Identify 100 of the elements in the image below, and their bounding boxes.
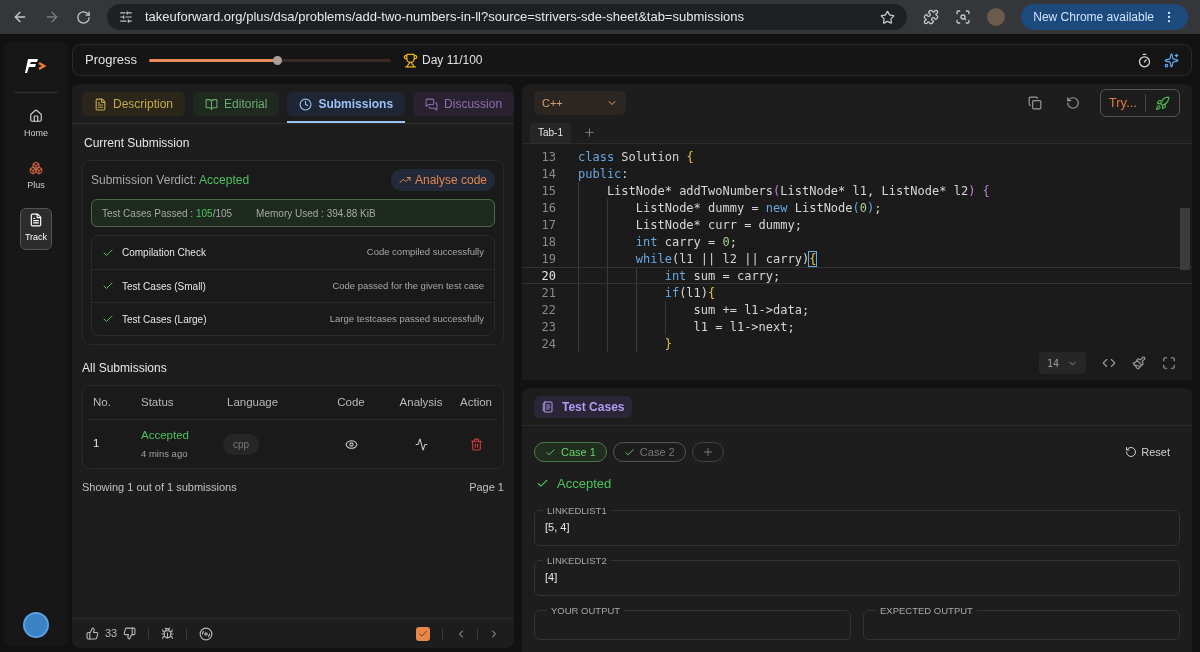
problem-tab[interactable]: Description — [82, 92, 186, 116]
code-line: ListNode* curr = dummy; — [635, 216, 802, 234]
field-value: [5, 4] — [545, 520, 570, 536]
column-header: Language — [226, 394, 280, 410]
time-text: 4 mins ago — [141, 447, 189, 461]
analyse-code-button[interactable]: Analyse code — [390, 169, 495, 191]
code-line: ListNode* addTwoNumbers(ListNode* l1, ListNode* l2) { — [606, 182, 990, 200]
case-tab[interactable]: Case 1 — [534, 442, 607, 462]
column-header: No. — [92, 394, 112, 410]
format-brush-icon[interactable] — [1132, 356, 1146, 370]
rocket-icon[interactable] — [1155, 95, 1170, 111]
house-icon — [29, 109, 43, 123]
line-number: 19 — [540, 250, 557, 268]
check-message: Code passed for the given test case — [332, 278, 484, 293]
badge-icon[interactable] — [199, 626, 214, 641]
problem-tab[interactable]: Discussion — [413, 92, 515, 116]
thumbs-down-icon[interactable] — [123, 627, 137, 640]
document-icon — [29, 213, 43, 227]
verdict-text: Submission Verdict: Accepted — [91, 172, 250, 189]
timer-icon[interactable] — [1137, 52, 1152, 68]
sparkle-icon[interactable] — [1164, 52, 1179, 68]
check-icon — [623, 446, 635, 458]
sidebar-nav-item[interactable]: Home — [20, 105, 52, 145]
code-line: int sum = carry; — [664, 267, 781, 285]
line-number: 21 — [540, 284, 557, 302]
code-line: public: — [578, 165, 629, 183]
scrollbar-thumb[interactable] — [1180, 208, 1190, 270]
line-number: 13 — [540, 148, 557, 166]
status-text: Accepted — [141, 427, 190, 443]
test-cases-tab[interactable]: Test Cases — [534, 395, 633, 418]
day-counter: Day 11/100 — [422, 52, 483, 69]
reset-button[interactable]: Reset — [1125, 443, 1170, 461]
sidebar-nav-item[interactable]: Track — [20, 208, 52, 250]
code-line: sum += l1->data; — [693, 301, 810, 319]
page-indicator: Page 1 — [469, 480, 504, 495]
column-header: Code — [337, 394, 365, 410]
check-name: Test Cases (Small) — [122, 279, 206, 294]
problem-tab[interactable]: Submissions — [287, 92, 406, 116]
line-number: 20 — [540, 267, 557, 285]
check-name: Test Cases (Large) — [122, 312, 207, 327]
result-text: Accepted — [557, 475, 612, 493]
clock-icon — [299, 97, 313, 111]
forward-icon[interactable] — [44, 9, 60, 25]
solved-checkbox[interactable] — [416, 626, 430, 641]
font-size-select[interactable]: 14 — [1038, 352, 1086, 374]
code-line: int carry = 0; — [635, 233, 737, 251]
view-code-icon[interactable] — [344, 437, 358, 451]
copy-icon[interactable] — [1027, 96, 1042, 110]
logo-icon[interactable] — [25, 56, 47, 76]
check-message: Code compiled successfully — [366, 245, 484, 260]
memory-used: Memory Used : 394.88 KiB — [256, 206, 376, 221]
check-icon — [418, 628, 428, 639]
row-number: 1 — [92, 436, 101, 452]
code-icon[interactable] — [1102, 356, 1116, 370]
book-icon — [205, 97, 219, 111]
reset-icon — [1125, 446, 1138, 458]
fullscreen-icon[interactable] — [1162, 356, 1176, 370]
plus-icon — [701, 446, 714, 458]
boxes-icon — [29, 160, 43, 175]
sidebar-nav-item[interactable]: Plus — [20, 156, 52, 196]
reload-icon[interactable] — [76, 9, 91, 25]
analysis-icon[interactable] — [414, 437, 428, 451]
delete-icon[interactable] — [469, 437, 483, 451]
trend-icon — [398, 174, 411, 186]
address-bar[interactable]: takeuforward.org/plus/dsa/problems/add-two-numbers-in-ll?source=strivers-sde-sheet&tab=submissions — [107, 4, 908, 30]
chrome-update-button[interactable]: New Chrome available — [1021, 4, 1188, 30]
user-avatar[interactable] — [23, 612, 49, 638]
trophy-icon — [403, 52, 418, 68]
line-number: 14 — [540, 165, 557, 183]
bug-icon[interactable] — [161, 627, 175, 640]
line-number: 17 — [540, 216, 557, 234]
line-number: 15 — [540, 182, 557, 200]
test-cases-passed: Test Cases Passed : 105/105 — [102, 206, 233, 221]
code-line: } — [664, 335, 672, 353]
code-line: while(l1 || l2 || carry){ — [635, 250, 817, 268]
column-header: Status — [140, 394, 175, 410]
thumbs-up-icon[interactable] — [86, 627, 99, 640]
code-line: if(l1){ — [664, 284, 716, 302]
problem-tab[interactable]: Editorial — [193, 92, 280, 116]
extensions-icon[interactable] — [923, 9, 940, 25]
code-line: l1 = l1->next; — [693, 318, 795, 336]
code-line: class Solution { — [578, 148, 694, 166]
progress-thumb[interactable] — [273, 55, 283, 65]
editor-tab[interactable]: Tab-1 — [530, 122, 571, 143]
reset-code-icon[interactable] — [1065, 96, 1080, 110]
language-chip: cpp — [223, 433, 260, 455]
document-icon — [94, 97, 107, 111]
try-button[interactable]: Try... — [1100, 94, 1146, 112]
back-icon[interactable] — [12, 9, 28, 25]
language-select[interactable]: C++ — [534, 91, 626, 115]
line-number: 23 — [540, 318, 557, 336]
line-number: 24 — [540, 335, 557, 353]
site-settings-icon[interactable] — [119, 10, 133, 24]
bookmark-star-icon[interactable] — [880, 9, 896, 25]
code-line: ListNode* dummy = new ListNode(0); — [635, 199, 882, 217]
showing-count: Showing 1 out of 1 submissions — [82, 480, 237, 495]
screen-search-icon[interactable] — [955, 9, 972, 25]
section-title: Current Submission — [84, 135, 191, 152]
section-title: All Submissions — [82, 360, 168, 377]
add-tab-icon[interactable] — [583, 126, 596, 139]
